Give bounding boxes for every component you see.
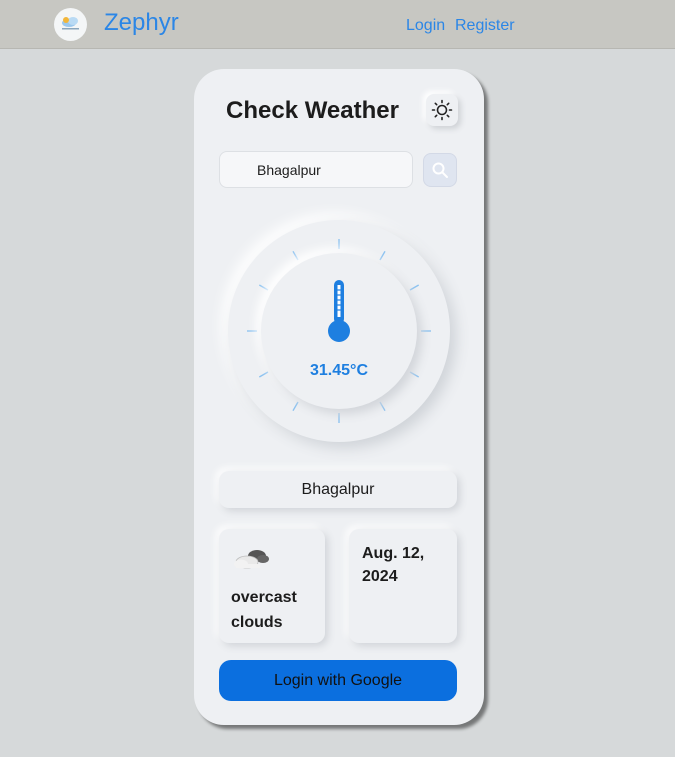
search-icon: [432, 162, 448, 178]
search-input[interactable]: [219, 151, 413, 188]
date-box: Aug. 12, 2024: [349, 529, 457, 643]
date: Aug. 12, 2024: [362, 542, 452, 588]
register-link[interactable]: Register: [455, 17, 515, 35]
weather-description-line1: overcast: [231, 589, 297, 606]
temperature-dial: 31.45°C: [228, 220, 450, 442]
navbar: Zephyr Login Register: [0, 0, 675, 49]
login-link[interactable]: Login: [406, 17, 445, 35]
weather-card: Check Weather Bhagalpur 31.45°C Bhagalpu…: [194, 69, 484, 725]
temperature-value: 31.45°C: [310, 362, 368, 379]
sun-icon: [431, 99, 453, 121]
city-name: Bhagalpur: [219, 471, 457, 508]
weather-description-line2: clouds: [231, 614, 283, 631]
page-title: Check Weather: [226, 97, 399, 124]
date-line2: 2024: [362, 568, 398, 585]
login-with-google-button[interactable]: Login with Google: [219, 660, 457, 701]
theme-toggle-button[interactable]: [426, 94, 458, 126]
weather-description-box: overcast clouds: [219, 529, 325, 643]
thermometer-icon: [328, 280, 350, 342]
cloud-icon: [234, 550, 269, 569]
weather-description: overcast clouds: [231, 585, 321, 635]
search-button[interactable]: [423, 153, 457, 187]
brand-name[interactable]: Zephyr: [104, 9, 179, 37]
date-line1: Aug. 12,: [362, 545, 425, 562]
cloud-logo-icon[interactable]: [54, 8, 87, 41]
dial-center: 31.45°C: [261, 253, 417, 409]
